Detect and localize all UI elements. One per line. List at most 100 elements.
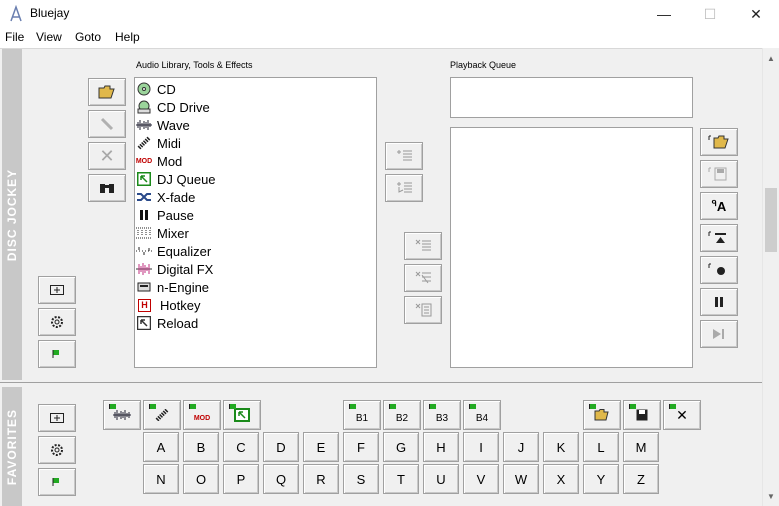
flag-icon bbox=[589, 404, 596, 409]
save-playlist-button[interactable] bbox=[700, 160, 738, 188]
scroll-down-arrow-icon[interactable]: ▼ bbox=[767, 492, 775, 501]
key-g[interactable]: G bbox=[383, 432, 419, 462]
delete-button[interactable]: ✕ bbox=[88, 142, 126, 170]
list-item-mod[interactable]: MOD Mod bbox=[136, 152, 182, 170]
clear-queue-button[interactable] bbox=[404, 296, 442, 324]
maximize-button[interactable]: ☐ bbox=[687, 0, 733, 28]
key-t[interactable]: T bbox=[383, 464, 419, 494]
close-button[interactable]: ✕ bbox=[733, 0, 779, 28]
minimize-button[interactable]: — bbox=[641, 0, 687, 28]
list-item-label: n-Engine bbox=[157, 279, 210, 295]
flag-icon bbox=[469, 404, 476, 409]
key-l[interactable]: L bbox=[583, 432, 619, 462]
bank-2-button[interactable]: B2 bbox=[383, 400, 421, 430]
fav-flag-button[interactable] bbox=[38, 468, 76, 496]
key-h[interactable]: H bbox=[423, 432, 459, 462]
find-button[interactable] bbox=[88, 174, 126, 202]
list-item-digital-fx[interactable]: Digital FX bbox=[136, 260, 213, 278]
remove-from-queue-button[interactable] bbox=[404, 232, 442, 260]
list-item-pause[interactable]: Pause bbox=[136, 206, 194, 224]
key-e[interactable]: E bbox=[303, 432, 339, 462]
key-x[interactable]: X bbox=[543, 464, 579, 494]
menu-file[interactable]: File bbox=[5, 30, 24, 44]
bank-3-button[interactable]: B3 bbox=[423, 400, 461, 430]
fav-add-panel-button[interactable] bbox=[38, 404, 76, 432]
disc-jockey-tab[interactable]: DISC JOCKEY bbox=[2, 49, 22, 380]
fav-wave-button[interactable] bbox=[103, 400, 141, 430]
remove-selected-button[interactable] bbox=[404, 264, 442, 292]
key-i[interactable]: I bbox=[463, 432, 499, 462]
key-s[interactable]: S bbox=[343, 464, 379, 494]
list-item-dj-queue[interactable]: DJ Queue bbox=[136, 170, 216, 188]
list-item-hotkey[interactable]: H Hotkey bbox=[136, 296, 200, 314]
bank-2-label: B2 bbox=[395, 412, 409, 424]
menu-view[interactable]: View bbox=[36, 30, 62, 44]
flag-icon bbox=[389, 404, 396, 409]
list-item-equalizer[interactable]: Equalizer bbox=[136, 242, 211, 260]
key-r[interactable]: R bbox=[303, 464, 339, 494]
title-bar: Bluejay — ☐ ✕ bbox=[0, 0, 779, 28]
favorites-tab[interactable]: FAVORITES bbox=[2, 387, 22, 506]
list-item-xfade[interactable]: X-fade bbox=[136, 188, 195, 206]
fav-settings-button[interactable] bbox=[38, 436, 76, 464]
list-item-wave[interactable]: Wave bbox=[136, 116, 190, 134]
scrollbar-thumb[interactable] bbox=[765, 188, 777, 252]
load-playlist-button[interactable] bbox=[700, 128, 738, 156]
add-panel-button[interactable] bbox=[38, 276, 76, 304]
key-k[interactable]: K bbox=[543, 432, 579, 462]
insert-to-queue-button[interactable] bbox=[385, 174, 423, 202]
key-o[interactable]: O bbox=[183, 464, 219, 494]
list-item-midi[interactable]: Midi bbox=[136, 134, 181, 152]
fav-mod-button[interactable]: MOD bbox=[183, 400, 221, 430]
menu-goto[interactable]: Goto bbox=[75, 30, 101, 44]
bank-4-button[interactable]: B4 bbox=[463, 400, 501, 430]
key-y[interactable]: Y bbox=[583, 464, 619, 494]
key-d[interactable]: D bbox=[263, 432, 299, 462]
hotkey-icon: H bbox=[138, 298, 151, 312]
key-w[interactable]: W bbox=[503, 464, 539, 494]
list-item-cd[interactable]: CD bbox=[136, 80, 176, 98]
fav-open-button[interactable] bbox=[583, 400, 621, 430]
key-z[interactable]: Z bbox=[623, 464, 659, 494]
key-m[interactable]: M bbox=[623, 432, 659, 462]
scroll-up-arrow-icon[interactable]: ▲ bbox=[767, 54, 775, 63]
key-f[interactable]: F bbox=[343, 432, 379, 462]
record-button[interactable] bbox=[700, 256, 738, 284]
list-item-mixer[interactable]: Mixer bbox=[136, 224, 189, 242]
fav-save-button[interactable] bbox=[623, 400, 661, 430]
flag-icon bbox=[429, 404, 436, 409]
key-a[interactable]: A bbox=[143, 432, 179, 462]
cd-icon bbox=[136, 82, 152, 96]
bank-1-button[interactable]: B1 bbox=[343, 400, 381, 430]
key-c[interactable]: C bbox=[223, 432, 259, 462]
list-item-cd-drive[interactable]: CD Drive bbox=[136, 98, 210, 116]
settings-button[interactable] bbox=[38, 308, 76, 336]
key-j[interactable]: J bbox=[503, 432, 539, 462]
fav-dj-queue-button[interactable] bbox=[223, 400, 261, 430]
now-playing-box[interactable] bbox=[450, 77, 693, 118]
fav-midi-button[interactable] bbox=[143, 400, 181, 430]
list-item-label: CD Drive bbox=[157, 99, 210, 115]
fav-delete-button[interactable]: ✕ bbox=[663, 400, 701, 430]
open-folder-button[interactable] bbox=[88, 78, 126, 106]
skip-button[interactable] bbox=[700, 320, 738, 348]
key-b[interactable]: B bbox=[183, 432, 219, 462]
edit-button[interactable] bbox=[88, 110, 126, 138]
menu-help[interactable]: Help bbox=[115, 30, 140, 44]
list-item-n-engine[interactable]: n-Engine bbox=[136, 278, 209, 296]
pause-button[interactable] bbox=[700, 288, 738, 316]
equalizer-icon bbox=[136, 244, 152, 258]
key-p[interactable]: P bbox=[223, 464, 259, 494]
rename-button[interactable]: ᑫ A bbox=[700, 192, 738, 220]
playback-queue-listbox[interactable] bbox=[450, 127, 693, 368]
key-q[interactable]: Q bbox=[263, 464, 299, 494]
key-u[interactable]: U bbox=[423, 464, 459, 494]
key-n[interactable]: N bbox=[143, 464, 179, 494]
library-listbox[interactable]: CD CD Drive Wave Midi MOD Mod DJ Queue X… bbox=[134, 77, 377, 368]
key-v[interactable]: V bbox=[463, 464, 499, 494]
flag-button[interactable] bbox=[38, 340, 76, 368]
add-to-queue-button[interactable] bbox=[385, 142, 423, 170]
list-item-reload[interactable]: Reload bbox=[136, 314, 198, 332]
eject-button[interactable] bbox=[700, 224, 738, 252]
vertical-scrollbar[interactable]: ▲ ▼ bbox=[762, 48, 779, 506]
